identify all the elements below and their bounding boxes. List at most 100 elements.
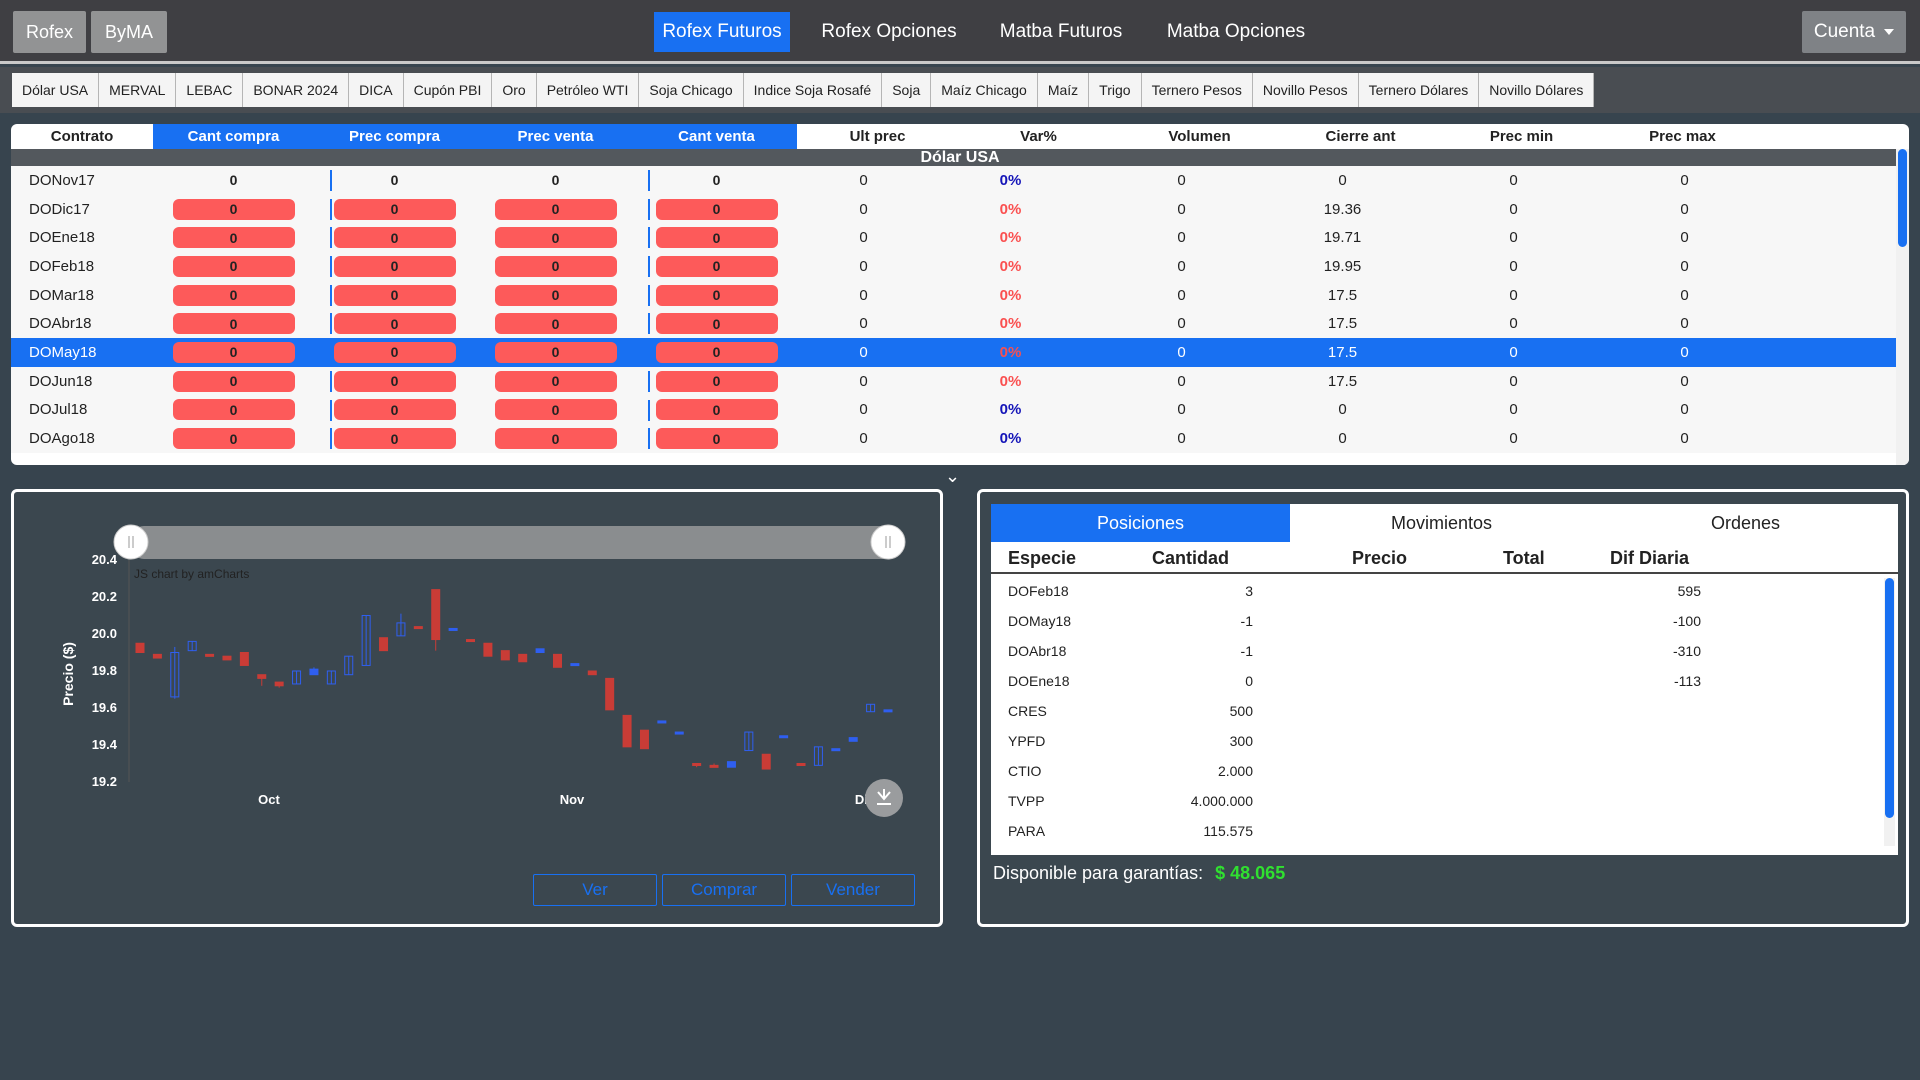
candle[interactable] [639,729,649,750]
candle[interactable] [379,637,389,652]
cant-compra-cell[interactable]: 0 [172,428,295,450]
cant-venta-cell-wrap[interactable]: 0 [636,166,797,195]
candle[interactable] [344,655,354,676]
table-row[interactable]: DOAgo18 0 0 0 0 0 0% 0 0 0 0 [11,424,1896,453]
download-icon[interactable] [865,779,903,817]
cant-compra-cell-wrap[interactable]: 0 [153,338,314,367]
instrument-tab[interactable]: Novillo Dólares [1479,73,1595,107]
prec-venta-cell[interactable]: 0 [494,255,617,277]
cant-compra-cell[interactable]: 0 [172,399,295,421]
cant-venta-cell-wrap[interactable]: 0 [636,252,797,281]
list-item[interactable]: PARA 115.575 [991,816,1881,846]
instrument-tab[interactable]: Indice Soja Rosafé [744,73,883,107]
tab-ordenes[interactable]: Ordenes [1593,504,1898,542]
prec-venta-cell[interactable]: 0 [494,399,617,421]
list-item[interactable]: DOMay18 -1 -100 [991,606,1881,636]
candle[interactable] [674,731,684,735]
candle[interactable] [309,667,319,676]
col-header[interactable]: Prec max [1602,124,1763,149]
prec-compra-cell-wrap[interactable]: 0 [314,338,475,367]
prec-compra-cell[interactable]: 0 [333,399,456,421]
cant-venta-cell-wrap[interactable]: 0 [636,367,797,396]
candle[interactable] [500,650,510,661]
candle[interactable] [552,653,562,668]
list-item[interactable]: DOEne18 0 -113 [991,666,1881,696]
chevron-down-icon[interactable]: ⌄ [945,466,960,487]
prec-compra-cell[interactable]: 0 [333,284,456,306]
cant-venta-cell-wrap[interactable]: 0 [636,424,797,453]
candle[interactable] [518,653,528,663]
col-header[interactable]: Cant compra [153,124,314,149]
table-row[interactable]: DOFeb18 0 0 0 0 0 0% 0 19.95 0 0 [11,252,1896,281]
col-header[interactable]: Var% [958,124,1119,149]
candle[interactable] [622,714,632,748]
prec-compra-cell[interactable]: 0 [333,313,456,335]
col-header[interactable]: Prec compra [314,124,475,149]
nav-rofex-opciones[interactable]: Rofex Opciones [813,12,965,52]
cant-compra-cell-wrap[interactable]: 0 [153,281,314,310]
chart-scrollbar[interactable] [132,526,902,559]
candle[interactable] [692,763,702,768]
instrument-tab[interactable]: Maíz Chicago [931,73,1038,107]
candle[interactable] [135,642,145,653]
col-header[interactable]: Volumen [1119,124,1280,149]
candle[interactable] [152,653,162,659]
instrument-tab[interactable]: Petróleo WTI [537,73,640,107]
candle[interactable] [431,589,441,651]
cant-compra-cell-wrap[interactable]: 0 [153,367,314,396]
cant-venta-cell[interactable]: 0 [655,284,778,306]
instrument-tab[interactable]: Soja Chicago [639,73,744,107]
prec-venta-cell-wrap[interactable]: 0 [475,195,636,224]
instrument-tab[interactable]: Maíz [1038,73,1090,107]
list-item[interactable]: CRES 500 [991,696,1881,726]
market-scrollbar-thumb[interactable] [1898,149,1907,247]
candle[interactable] [796,763,806,766]
cant-venta-cell[interactable]: 0 [655,198,778,220]
cant-compra-cell-wrap[interactable]: 0 [153,424,314,453]
candle[interactable] [866,703,876,713]
prec-compra-cell-wrap[interactable]: 0 [314,396,475,425]
vender-button[interactable]: Vender [791,874,915,906]
instrument-tab[interactable]: BONAR 2024 [243,73,350,107]
cant-venta-cell[interactable]: 0 [655,370,778,392]
cant-venta-cell-wrap[interactable]: 0 [636,195,797,224]
candle[interactable] [605,677,615,711]
prec-venta-cell[interactable]: 0 [494,198,617,220]
candle[interactable] [292,670,302,685]
cant-venta-cell-wrap[interactable]: 0 [636,396,797,425]
candle[interactable] [848,737,858,742]
table-row[interactable]: DOJun18 0 0 0 0 0 0% 0 17.5 0 0 [11,366,1896,396]
cant-venta-cell-wrap[interactable]: 0 [636,223,797,252]
instrument-tab[interactable]: Ternero Pesos [1142,73,1253,107]
prec-compra-cell-wrap[interactable]: 0 [314,252,475,281]
col-header[interactable]: Prec min [1441,124,1602,149]
candle[interactable] [396,613,406,637]
candle[interactable] [274,681,284,688]
prec-compra-cell[interactable]: 0 [333,198,456,220]
list-item[interactable]: YPFD 300 [991,726,1881,756]
candle[interactable] [257,674,267,686]
candle[interactable] [361,615,371,666]
positions-scrollbar[interactable] [1884,578,1895,846]
prec-compra-cell[interactable]: 0 [391,172,399,188]
tab-posiciones[interactable]: Posiciones [991,504,1290,542]
cant-compra-cell[interactable]: 0 [172,227,295,249]
chart-scroll-handle-left[interactable] [113,524,149,560]
tab-movimientos[interactable]: Movimientos [1290,504,1593,542]
candle[interactable] [535,648,545,654]
instrument-tab[interactable]: Soja [882,73,932,107]
prec-venta-cell-wrap[interactable]: 0 [475,281,636,310]
instrument-tab[interactable]: LEBAC [176,73,244,107]
rofex-button[interactable]: Rofex [13,11,86,53]
prec-compra-cell-wrap[interactable]: 0 [314,195,475,224]
cant-compra-cell[interactable]: 0 [172,313,295,335]
candle[interactable] [466,639,476,643]
candle[interactable] [570,663,580,667]
cant-venta-cell[interactable]: 0 [655,313,778,335]
candle[interactable] [709,763,719,768]
prec-compra-cell-wrap[interactable]: 0 [314,424,475,453]
candle[interactable] [779,735,789,739]
list-item[interactable]: DOAbr18 -1 -310 [991,636,1881,666]
cant-compra-cell-wrap[interactable]: 0 [153,396,314,425]
candle[interactable] [170,646,180,699]
